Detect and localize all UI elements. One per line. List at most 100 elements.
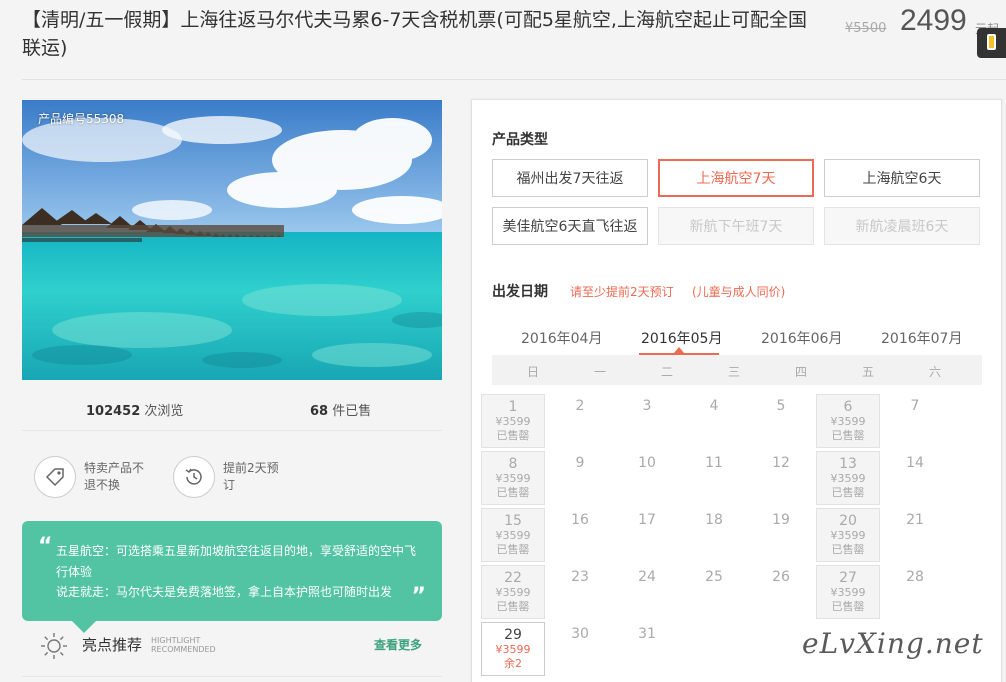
tab-month-2016-05[interactable]: 2016年05月 [641,328,722,348]
day-number: 14 [906,455,924,471]
day-number: 16 [571,512,589,528]
day-number: 22 [504,570,522,586]
weekday-header: 日 一 二 三 四 五 六 [492,355,982,385]
calendar-day: 5 [749,394,813,448]
day-number: 10 [638,455,656,471]
option-sia-early-6d[interactable]: 新航凌晨班6天 [824,207,980,245]
day-number: 31 [638,626,656,642]
quote-close-icon: ” [411,584,426,609]
day-number: 27 [839,570,857,586]
day-number: 23 [571,569,589,585]
option-shanghai-air-7d[interactable]: 上海航空7天 [658,159,814,197]
option-sia-afternoon-7d[interactable]: 新航下午班7天 [658,207,814,245]
site-watermark: eLvXing.net [802,627,984,660]
day-number: 3 [642,398,652,414]
day-number: 15 [504,513,522,529]
day-price: ¥3599 [830,529,866,542]
view-more-link[interactable]: 查看更多 [374,636,422,653]
calendar-day: 26 [749,565,813,619]
day-number: 30 [571,626,589,642]
day-number: 21 [906,512,924,528]
weekday-sun: 日 [526,365,539,379]
feature-text: 特卖产品不退不换 [84,461,145,492]
maldives-photo [22,100,442,380]
option-meijia-6d[interactable]: 美佳航空6天直飞往返 [492,207,648,245]
calendar-day: 28 [883,565,947,619]
day-price: ¥3599 [495,529,531,542]
weekday-sat: 六 [928,365,941,379]
feature-no-refund: 特卖产品不退不换 [34,456,150,498]
day-number: 25 [705,569,723,585]
day-number: 28 [906,569,924,585]
day-status: 已售罄 [831,429,865,442]
day-number: 7 [910,398,920,414]
product-title: 【清明/五一假期】上海往返马尔代夫马累6-7天含税机票(可配5星航空,上海航空起… [22,9,807,59]
day-price: ¥3599 [830,415,866,428]
day-number: 13 [839,456,857,472]
highlights-divider [22,676,442,677]
quote-bubble: “ 五星航空：可选搭乘五星新加坡航空往返目的地，享受舒适的空中飞行体验 说走就走… [22,521,442,633]
calendar-day: 20 ¥3599 已售罄 [816,508,880,562]
calendar-day: 13 ¥3599 已售罄 [816,451,880,505]
clock-history-icon [173,456,215,498]
weekday-mon: 一 [593,365,606,379]
departure-title: 出发日期 [492,284,548,300]
option-shanghai-air-6d[interactable]: 上海航空6天 [824,159,980,197]
month-tabs: 2016年04月 2016年05月 2016年06月 2016年07月 [492,326,982,356]
tag-icon [34,456,76,498]
day-number: 2 [575,398,585,414]
calendar-day: 23 [548,565,612,619]
calendar-day: 10 [615,451,679,505]
day-status: 已售罄 [831,600,865,613]
option-fuzhou-7d[interactable]: 福州出发7天往返 [492,159,648,197]
calendar-day: 16 [548,508,612,562]
calendar-day: 18 [682,508,746,562]
calendar-day: 1 ¥3599 已售罄 [481,394,545,448]
calendar-day: 4 [682,394,746,448]
weekday-tue: 二 [660,365,673,379]
day-status: 余2 [504,657,522,670]
quote-line-2: 说走就走：马尔代夫是免费落地签，拿上自本护照也可随时出发 [56,585,393,599]
weekday-fri: 五 [861,365,874,379]
day-number: 11 [705,455,723,471]
day-number: 19 [772,512,790,528]
feature-text: 提前2天预订 [223,461,279,492]
day-status: 已售罄 [496,543,530,556]
child-price-notice: (儿童与成人同价) [692,285,786,299]
tab-month-2016-07[interactable]: 2016年07月 [881,328,962,348]
product-photo: 产品编号55308 [22,100,442,380]
product-type-title: 产品类型 [492,132,548,148]
day-number: 4 [709,398,719,414]
quote-open-icon: “ [38,534,53,559]
highlights-header: 亮点推荐 HIGHTLIGHT RECOMMENDED 查看更多 [40,630,442,660]
calendar-day: 17 [615,508,679,562]
tab-month-2016-06[interactable]: 2016年06月 [761,328,842,348]
calendar-day: 11 [682,451,746,505]
side-widget-button[interactable] [977,28,1006,58]
day-number: 18 [705,512,723,528]
day-price: ¥3599 [495,415,531,428]
day-number: 29 [504,627,522,643]
day-number: 12 [772,455,790,471]
day-status: 已售罄 [831,543,865,556]
calendar-day[interactable]: 29 ¥3599 余2 [481,622,545,676]
day-number: 26 [772,569,790,585]
day-price: ¥3599 [495,643,531,656]
sold-count: 68 件已售 [310,404,372,419]
day-number: 20 [839,513,857,529]
calendar-day: 7 [883,394,947,448]
calendar-day: 30 [548,622,612,676]
day-price: ¥3599 [830,586,866,599]
calendar-day: 14 [883,451,947,505]
sun-icon [41,633,67,659]
day-status: 已售罄 [496,486,530,499]
tab-month-2016-04[interactable]: 2016年04月 [521,328,602,348]
product-number: 产品编号55308 [38,112,125,126]
weekday-thu: 四 [794,365,807,379]
booking-panel: 产品类型 福州出发7天往返 上海航空7天 上海航空6天 美佳航空6天直飞往返 新… [471,99,1002,682]
highlights-label: 亮点推荐 [82,636,143,654]
calendar-day: 25 [682,565,746,619]
day-price: ¥3599 [495,586,531,599]
phone-icon [987,34,996,50]
calendar-day: 8 ¥3599 已售罄 [481,451,545,505]
